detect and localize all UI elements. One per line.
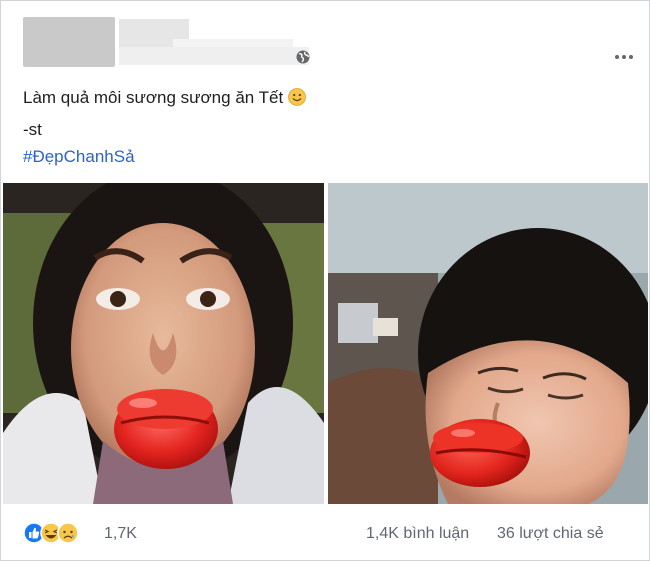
more-options-icon[interactable]	[615, 46, 639, 59]
shares-count[interactable]: 36 lượt chia sẻ	[497, 525, 604, 543]
smile-emoji-icon	[288, 88, 307, 106]
photo-left-image	[3, 183, 324, 504]
photo-left[interactable]	[3, 183, 324, 504]
post-caption: Làm quả môi sương sương ăn Tết	[23, 87, 307, 109]
photo-right[interactable]	[328, 183, 648, 504]
avatar-blurred[interactable]	[23, 17, 115, 67]
post-time-blurred[interactable]	[119, 47, 309, 65]
post-credit: -st	[23, 120, 42, 139]
hashtag-link[interactable]: #ĐẹpChanhSả	[23, 147, 135, 167]
post-header	[23, 17, 633, 67]
post-footer: 1,7K 1,4K bình luận 36 lượt chia sẻ	[1, 513, 649, 553]
caption-text: Làm quả môi sương sương ăn Tết	[23, 88, 284, 107]
post-card: Làm quả môi sương sương ăn Tết -st #ĐẹpC…	[0, 0, 650, 561]
reaction-icons[interactable]	[23, 522, 93, 544]
comments-count[interactable]: 1,4K bình luận	[366, 525, 469, 543]
reaction-count[interactable]: 1,7K	[104, 525, 137, 543]
globe-icon[interactable]	[296, 50, 310, 64]
photo-right-image	[328, 183, 648, 504]
sad-icon	[57, 522, 79, 544]
